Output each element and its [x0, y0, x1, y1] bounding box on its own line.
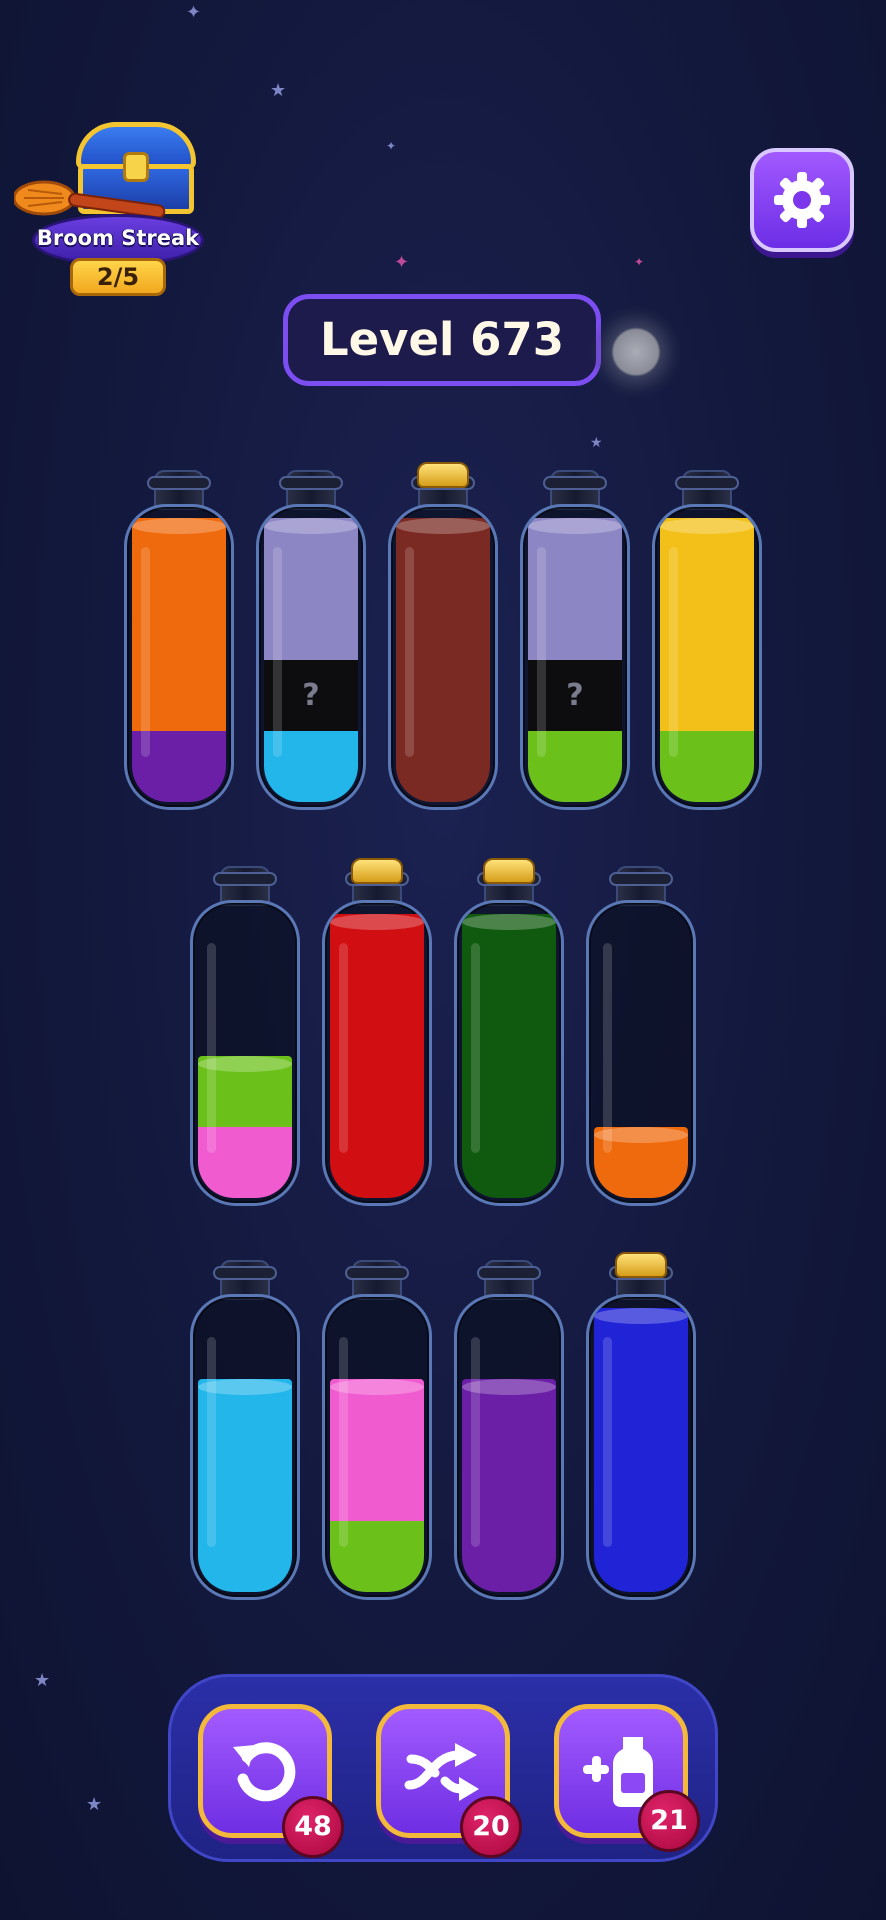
star-decoration: ★ — [590, 435, 603, 451]
glass-shine — [339, 1337, 348, 1547]
bottle-glass — [190, 900, 300, 1206]
cork-icon — [615, 1252, 667, 1278]
bottle-rim — [477, 1266, 541, 1280]
glass-shine — [603, 1337, 612, 1547]
bottle-r1-5[interactable] — [652, 470, 762, 810]
bottle-r1-2[interactable]: ? — [256, 470, 366, 810]
liquid-surface — [528, 518, 622, 534]
bottle-glass — [652, 504, 762, 810]
bottle-r1-4[interactable]: ? — [520, 470, 630, 810]
bottle-r2-4[interactable] — [586, 866, 696, 1206]
glass-shine — [339, 943, 348, 1153]
bottle-rim — [213, 1266, 277, 1280]
star-decoration: ★ — [34, 1670, 51, 1691]
glass-shine — [207, 1337, 216, 1547]
star-decoration: ✦ — [386, 139, 397, 153]
broom-icon — [14, 180, 166, 218]
liquid-surface — [660, 518, 754, 534]
star-decoration: ✦ — [394, 252, 410, 273]
glass-shine — [141, 547, 150, 757]
broom-streak-badge[interactable]: Broom Streak 2/5 — [14, 118, 209, 300]
star-decoration: ✦ — [634, 255, 645, 269]
bottle-r2-2[interactable] — [322, 858, 432, 1206]
bottle-glass — [454, 1294, 564, 1600]
glass-shine — [471, 943, 480, 1153]
bottle-r3-4[interactable] — [586, 1252, 696, 1600]
bottle-glass: ? — [520, 504, 630, 810]
glass-shine — [273, 547, 282, 757]
star-decoration: ★ — [270, 80, 287, 101]
bottle-rim — [675, 476, 739, 490]
liquid-surface — [132, 518, 226, 534]
level-label: Level 673 — [283, 294, 601, 386]
undo-count-badge: 48 — [282, 1796, 344, 1858]
bottle-r2-1[interactable] — [190, 866, 300, 1206]
bottle-r3-1[interactable] — [190, 1260, 300, 1600]
gear-icon — [774, 172, 830, 228]
glass-shine — [669, 547, 678, 757]
bottle-glass — [322, 1294, 432, 1600]
glass-shine — [603, 943, 612, 1153]
liquid-surface — [396, 518, 490, 534]
glass-shine — [207, 943, 216, 1153]
bottle-rim — [609, 872, 673, 886]
star-decoration: ★ — [86, 1794, 103, 1815]
bottle-rim — [543, 476, 607, 490]
bottle-glass — [586, 900, 696, 1206]
touch-indicator — [590, 306, 682, 398]
liquid-surface — [264, 518, 358, 534]
streak-title: Broom Streak — [36, 226, 200, 250]
settings-button[interactable] — [750, 148, 854, 252]
bottle-rim — [345, 1266, 409, 1280]
cork-icon — [351, 858, 403, 884]
glass-shine — [537, 547, 546, 757]
liquid-surface — [462, 914, 556, 930]
cork-icon — [417, 462, 469, 488]
glass-shine — [471, 1337, 480, 1547]
bottle-r3-3[interactable] — [454, 1260, 564, 1600]
bottle-glass — [586, 1294, 696, 1600]
bottle-glass: ? — [256, 504, 366, 810]
bottle-r2-3[interactable] — [454, 858, 564, 1206]
bottle-r1-1[interactable] — [124, 470, 234, 810]
bottle-glass — [124, 504, 234, 810]
star-decoration: ✦ — [186, 2, 202, 23]
bottle-rim — [279, 476, 343, 490]
bottle-glass — [388, 504, 498, 810]
bottle-rim — [213, 872, 277, 886]
shuffle-icon — [404, 1743, 479, 1801]
streak-progress: 2/5 — [70, 258, 166, 296]
glass-shine — [405, 547, 414, 757]
bottle-glass — [454, 900, 564, 1206]
liquid-surface — [594, 1308, 688, 1324]
undo-icon — [233, 1742, 296, 1802]
bottle-glass — [322, 900, 432, 1206]
bottle-rim — [147, 476, 211, 490]
bottle-r3-2[interactable] — [322, 1260, 432, 1600]
bottle-glass — [190, 1294, 300, 1600]
add-bottle-count-badge: 21 — [638, 1790, 700, 1852]
bottle-r1-3[interactable] — [388, 462, 498, 810]
liquid-surface — [330, 914, 424, 930]
shuffle-count-badge: 20 — [460, 1796, 522, 1858]
cork-icon — [483, 858, 535, 884]
